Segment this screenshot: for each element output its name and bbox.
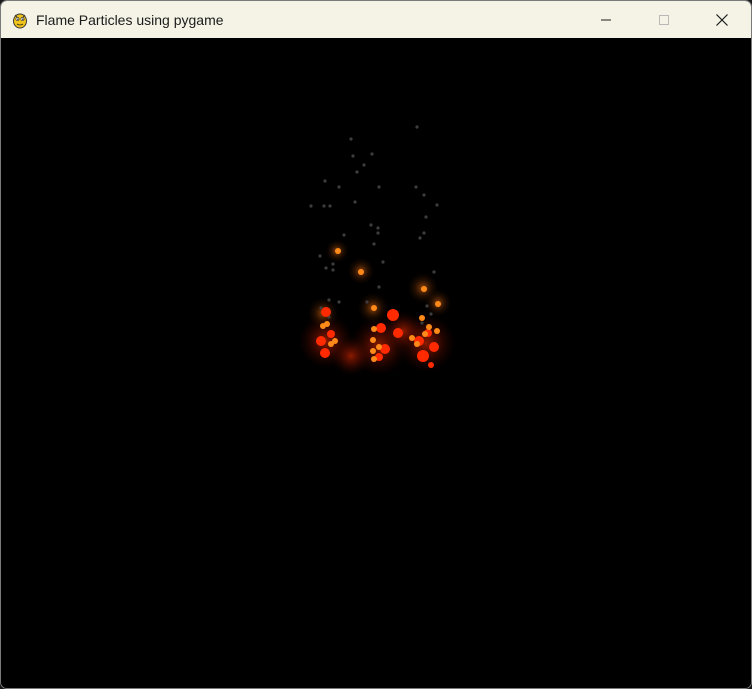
smoke-particle <box>309 204 313 208</box>
minimize-button[interactable] <box>577 1 635 38</box>
ember-particle <box>371 356 377 362</box>
smoke-particle <box>369 223 373 227</box>
smoke-particle <box>318 254 322 258</box>
smoke-particle <box>422 193 426 197</box>
smoke-particle <box>349 137 353 141</box>
smoke-particle <box>424 215 428 219</box>
smoke-particle <box>337 185 341 189</box>
close-icon <box>716 13 728 26</box>
ember-particle <box>414 341 420 347</box>
flame-core-particle <box>393 328 403 338</box>
smoke-particle <box>429 312 433 316</box>
smoke-particle <box>432 270 436 274</box>
smoke-particle <box>365 300 369 304</box>
ember-particle <box>421 286 427 292</box>
smoke-particle <box>355 170 359 174</box>
ember-particle <box>371 305 377 311</box>
flame-core-particle <box>376 323 386 333</box>
smoke-particle <box>331 268 335 272</box>
ember-particle <box>328 341 334 347</box>
ember-particle <box>435 301 441 307</box>
flame-core-particle <box>417 350 429 362</box>
flame-particles-canvas <box>298 125 456 376</box>
flame-core-particle <box>321 307 331 317</box>
smoke-particle <box>420 321 424 325</box>
smoke-particle <box>324 266 328 270</box>
smoke-particle <box>376 231 380 235</box>
smoke-particle <box>353 200 357 204</box>
flame-core-particle <box>429 342 439 352</box>
window-controls <box>577 1 751 38</box>
smoke-particle <box>328 204 332 208</box>
smoke-particle <box>377 185 381 189</box>
ember-particle <box>426 324 432 330</box>
ember-particle <box>358 269 364 275</box>
flame-core-particle <box>316 336 326 346</box>
smoke-particle <box>415 125 419 129</box>
ember-particle <box>376 344 382 350</box>
smoke-particle <box>435 203 439 207</box>
flame-core-particle <box>320 348 330 358</box>
flame-core-particle <box>428 362 434 368</box>
maximize-icon <box>659 14 669 25</box>
smoke-particle <box>414 185 418 189</box>
smoke-particle <box>422 231 426 235</box>
smoke-particle <box>362 163 366 167</box>
ember-particle <box>324 321 330 327</box>
smoke-particle <box>370 152 374 156</box>
close-button[interactable] <box>693 1 751 38</box>
title-bar[interactable]: Flame Particles using pygame <box>1 1 751 38</box>
ember-particle <box>370 348 376 354</box>
ember-particle <box>370 337 376 343</box>
smoke-particle <box>331 262 335 266</box>
smoke-particle <box>322 204 326 208</box>
smoke-particle <box>372 242 376 246</box>
smoke-particle <box>342 233 346 237</box>
smoke-particle <box>327 298 331 302</box>
pygame-snake-icon <box>13 13 27 28</box>
ember-particle <box>371 326 377 332</box>
maximize-button[interactable] <box>635 1 693 38</box>
ember-particle <box>422 331 428 337</box>
ember-particle <box>335 248 341 254</box>
smoke-particle <box>376 226 380 230</box>
smoke-particle <box>323 179 327 183</box>
smoke-particle <box>337 300 341 304</box>
minimize-icon <box>601 19 611 20</box>
smoke-particle <box>377 285 381 289</box>
smoke-particle <box>418 236 422 240</box>
game-canvas[interactable] <box>1 38 751 688</box>
flame-core-particle <box>387 309 399 321</box>
smoke-particle <box>351 154 355 158</box>
ember-particle <box>434 328 440 334</box>
smoke-particle <box>425 304 429 308</box>
smoke-particle <box>381 260 385 264</box>
ember-particle <box>409 335 415 341</box>
flame-core-particle <box>327 330 335 338</box>
ember-particle <box>419 315 425 321</box>
window-title: Flame Particles using pygame <box>36 11 224 28</box>
app-window: Flame Particles using pygame <box>0 0 752 689</box>
